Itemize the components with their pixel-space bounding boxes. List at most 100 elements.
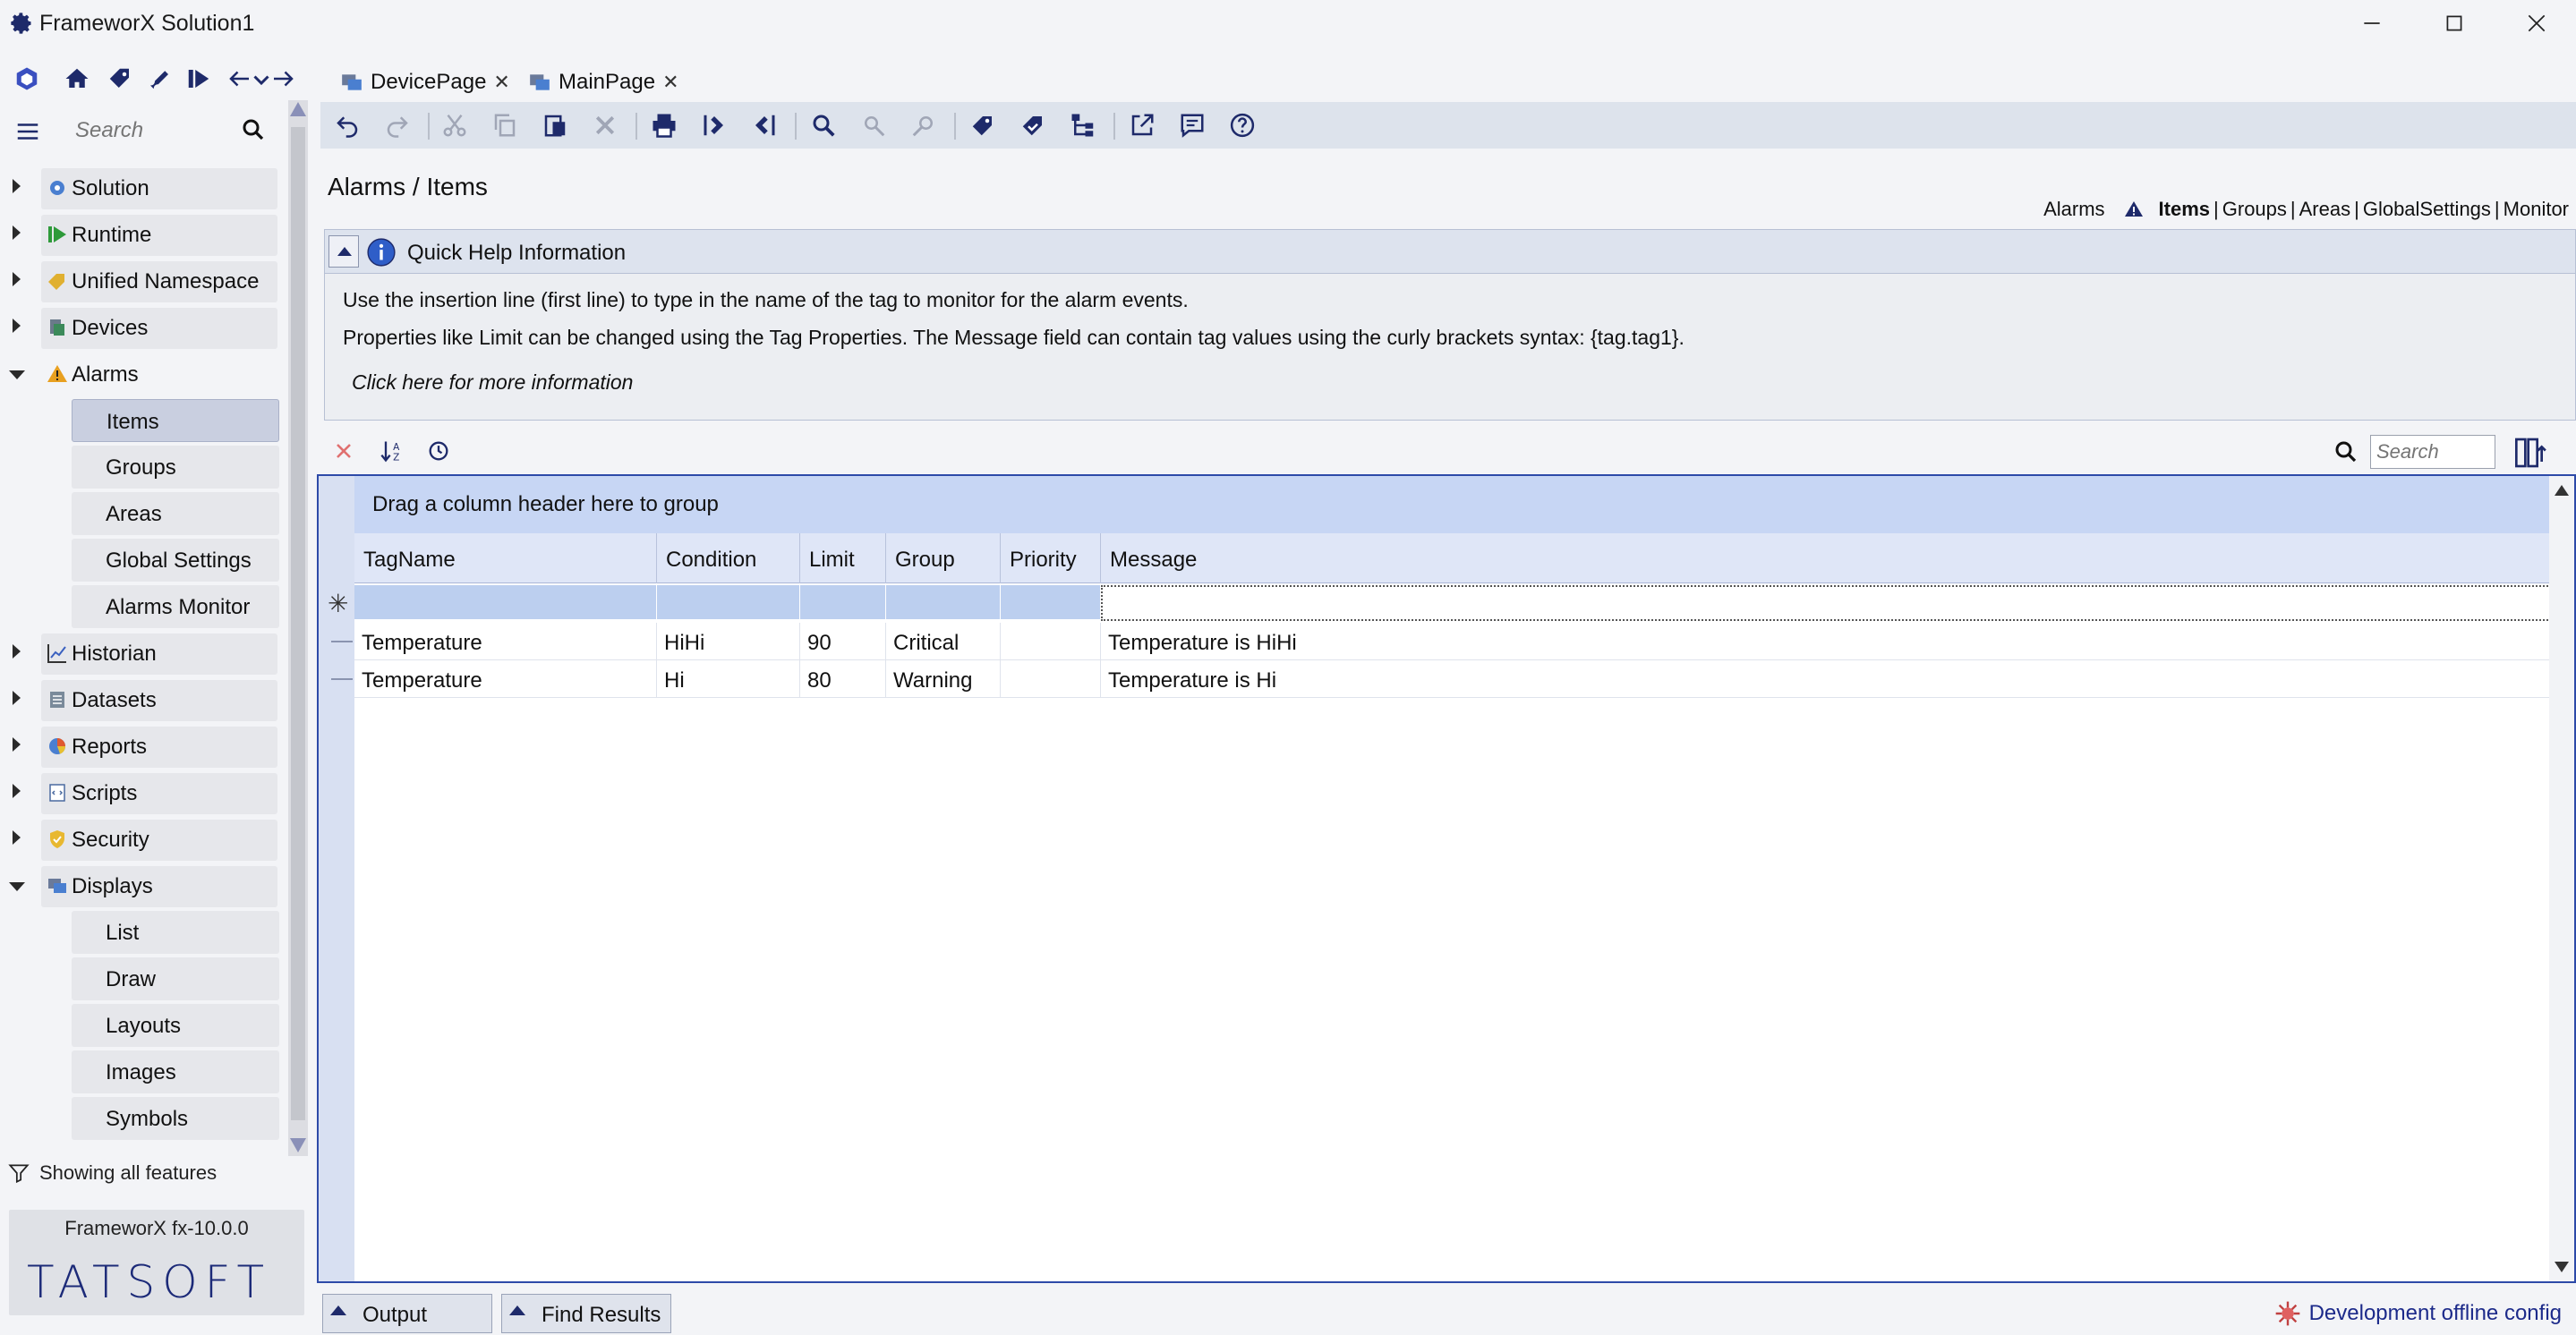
minimize-button[interactable] [2331,0,2413,47]
more-info-link[interactable]: Click here for more information [352,370,633,395]
sidebar-subitem-global-settings[interactable]: Global Settings [72,539,279,582]
delete-button[interactable] [587,109,623,141]
expand-arrow-icon[interactable] [13,737,21,752]
feature-filter[interactable]: Showing all features [7,1158,276,1190]
new-condition-cell[interactable] [657,585,800,619]
cell-condition[interactable]: HiHi [657,623,800,660]
home-button[interactable] [59,61,95,97]
maximize-button[interactable] [2413,0,2495,47]
subnav-globalsettings-link[interactable]: GlobalSettings [2363,198,2491,221]
expand-arrow-icon[interactable] [13,225,21,240]
close-window-button[interactable] [2495,0,2576,47]
tab-close-icon[interactable]: ✕ [662,71,678,94]
sidebar-subitem-items[interactable]: Items [72,399,279,442]
redo-button[interactable] [380,109,415,141]
grid-vertical-scrollbar[interactable] [2549,476,2574,1281]
insertion-row[interactable] [354,583,2551,621]
sidebar-item-runtime[interactable]: Runtime [0,213,285,256]
subnav-monitor-link[interactable]: Monitor [2503,198,2569,221]
new-message-cell[interactable] [1101,585,2551,621]
cell-priority[interactable] [1001,660,1101,698]
column-header-condition[interactable]: Condition [657,533,800,583]
sidebar-scrollbar[interactable] [288,100,308,1156]
import-button[interactable] [696,109,732,141]
sidebar-subitem-layouts[interactable]: Layouts [72,1004,279,1047]
tag-properties-button[interactable] [965,109,1001,141]
new-limit-cell[interactable] [800,585,886,619]
find-previous-button[interactable] [906,109,942,141]
sidebar-item-datasets[interactable]: Datasets [0,678,285,721]
expand-arrow-icon[interactable] [13,319,21,333]
forward-button[interactable] [265,61,301,97]
scroll-up-arrow-icon[interactable] [2555,485,2569,496]
tab-devicepage[interactable]: DevicePage ✕ [340,64,510,100]
sidebar-item-alarms[interactable]: Alarms [0,353,285,395]
sort-button[interactable]: AZ [376,435,408,467]
sidebar-search-input[interactable] [75,113,236,149]
group-by-panel[interactable]: Drag a column header here to group [354,476,2551,533]
subnav-items-link[interactable]: Items [2159,198,2210,221]
output-panel-tab[interactable]: Output [322,1294,492,1333]
cell-message[interactable]: Temperature is HiHi [1101,623,2551,660]
tags-button[interactable] [102,61,138,97]
refresh-button[interactable] [422,435,455,467]
sidebar-item-displays[interactable]: Displays [0,864,285,907]
column-header-limit[interactable]: Limit [800,533,886,583]
scroll-thumb[interactable] [291,127,305,1120]
new-tagname-cell[interactable] [354,585,657,619]
cell-limit[interactable]: 80 [800,660,886,698]
sidebar-subitem-list[interactable]: List [72,911,279,954]
scroll-up-arrow-icon[interactable] [290,102,306,116]
cut-button[interactable] [437,109,473,141]
undo-button[interactable] [329,109,365,141]
comment-button[interactable] [1174,109,1210,141]
scroll-down-arrow-icon[interactable] [290,1138,306,1152]
sidebar-subitem-groups[interactable]: Groups [72,446,279,489]
grid-search-input[interactable] [2370,435,2495,469]
subnav-areas-link[interactable]: Areas [2299,198,2350,221]
expand-arrow-icon[interactable] [13,644,21,659]
sidebar-item-unified-namespace[interactable]: Unified Namespace [0,259,285,302]
cell-group[interactable]: Warning [886,660,1001,698]
cell-message[interactable]: Temperature is Hi [1101,660,2551,698]
expand-arrow-icon[interactable] [13,179,21,193]
export-button[interactable] [746,109,782,141]
expand-arrow-icon[interactable] [13,830,21,845]
column-header-priority[interactable]: Priority [1001,533,1101,583]
quick-help-collapse-button[interactable] [328,235,359,268]
cell-tagname[interactable]: Temperature [354,660,657,698]
expand-arrow-icon[interactable] [13,691,21,705]
tab-mainpage[interactable]: MainPage ✕ [528,64,679,100]
tag-check-button[interactable] [1015,109,1051,141]
table-row[interactable]: Temperature HiHi 90 Critical Temperature… [354,623,2551,660]
collapse-arrow-icon[interactable] [9,370,25,379]
scroll-down-arrow-icon[interactable] [2555,1262,2569,1272]
subnav-groups-link[interactable]: Groups [2222,198,2287,221]
sidebar-item-security[interactable]: Security [0,818,285,861]
sidebar-item-scripts[interactable]: Scripts [0,771,285,814]
open-external-button[interactable] [1124,109,1160,141]
status-indicator[interactable]: Development offline config [2273,1296,2562,1331]
expand-arrow-icon[interactable] [13,272,21,286]
find-button[interactable] [806,109,841,141]
paste-button[interactable] [537,109,573,141]
sidebar-item-solution[interactable]: Solution [0,166,285,209]
cell-condition[interactable]: Hi [657,660,800,698]
hierarchy-button[interactable] [1065,109,1101,141]
cell-priority[interactable] [1001,623,1101,660]
cell-group[interactable]: Critical [886,623,1001,660]
sidebar-subitem-alarms-monitor[interactable]: Alarms Monitor [72,585,279,628]
hamburger-menu-icon[interactable] [14,118,41,145]
copy-button[interactable] [487,109,523,141]
sidebar-item-reports[interactable]: Reports [0,725,285,768]
column-header-tagname[interactable]: TagName [354,533,657,583]
sidebar-subitem-images[interactable]: Images [72,1050,279,1093]
collapse-arrow-icon[interactable] [9,882,25,891]
draw-button[interactable] [141,61,177,97]
help-button[interactable] [1224,109,1260,141]
find-next-button[interactable] [856,109,891,141]
new-priority-cell[interactable] [1001,585,1101,619]
sidebar-subitem-draw[interactable]: Draw [72,957,279,1000]
cell-tagname[interactable]: Temperature [354,623,657,660]
column-chooser-icon[interactable] [2513,435,2549,471]
